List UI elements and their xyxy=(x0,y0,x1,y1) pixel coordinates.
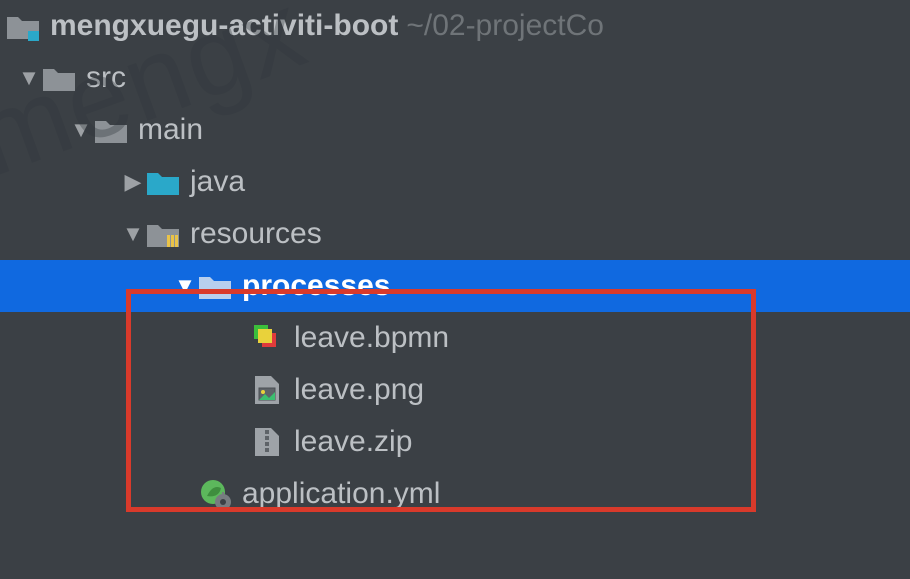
spring-config-icon xyxy=(198,477,232,511)
bpmn-file-icon xyxy=(250,321,284,355)
resources-folder-icon xyxy=(146,217,180,251)
chevron-down-icon: ▼ xyxy=(68,117,94,143)
tree-row-resources[interactable]: ▼ resources xyxy=(0,208,910,260)
file-label: leave.zip xyxy=(294,425,412,459)
project-path-hint: ~/02-projectCo xyxy=(406,9,604,43)
tree-row-leave-bpmn[interactable]: leave.bpmn xyxy=(0,312,910,364)
project-name: mengxuegu-activiti-boot xyxy=(50,9,398,43)
tree-row-java[interactable]: ▶ java xyxy=(0,156,910,208)
source-folder-icon xyxy=(146,165,180,199)
folder-label: resources xyxy=(190,217,322,251)
module-folder-icon xyxy=(6,9,40,43)
folder-icon xyxy=(94,113,128,147)
file-label: application.yml xyxy=(242,477,440,511)
chevron-down-icon: ▼ xyxy=(172,273,198,299)
tree-row-leave-png[interactable]: leave.png xyxy=(0,364,910,416)
folder-label: src xyxy=(86,61,126,95)
image-file-icon xyxy=(250,373,284,407)
chevron-right-icon: ▶ xyxy=(120,169,146,195)
tree-row-src[interactable]: ▼ src xyxy=(0,52,910,104)
tree-row-leave-zip[interactable]: leave.zip xyxy=(0,416,910,468)
file-label: leave.png xyxy=(294,373,424,407)
chevron-down-icon: ▼ xyxy=(120,221,146,247)
file-label: leave.bpmn xyxy=(294,321,449,355)
folder-label: java xyxy=(190,165,245,199)
folder-icon xyxy=(42,61,76,95)
chevron-down-icon: ▼ xyxy=(16,65,42,91)
folder-icon xyxy=(198,269,232,303)
tree-row-project-root[interactable]: mengxuegu-activiti-boot ~/02-projectCo xyxy=(0,0,910,52)
archive-file-icon xyxy=(250,425,284,459)
tree-row-processes[interactable]: ▼ processes xyxy=(0,260,910,312)
folder-label: main xyxy=(138,113,203,147)
tree-row-application-yml[interactable]: application.yml xyxy=(0,468,910,520)
folder-label: processes xyxy=(242,269,390,303)
tree-row-main[interactable]: ▼ main xyxy=(0,104,910,156)
